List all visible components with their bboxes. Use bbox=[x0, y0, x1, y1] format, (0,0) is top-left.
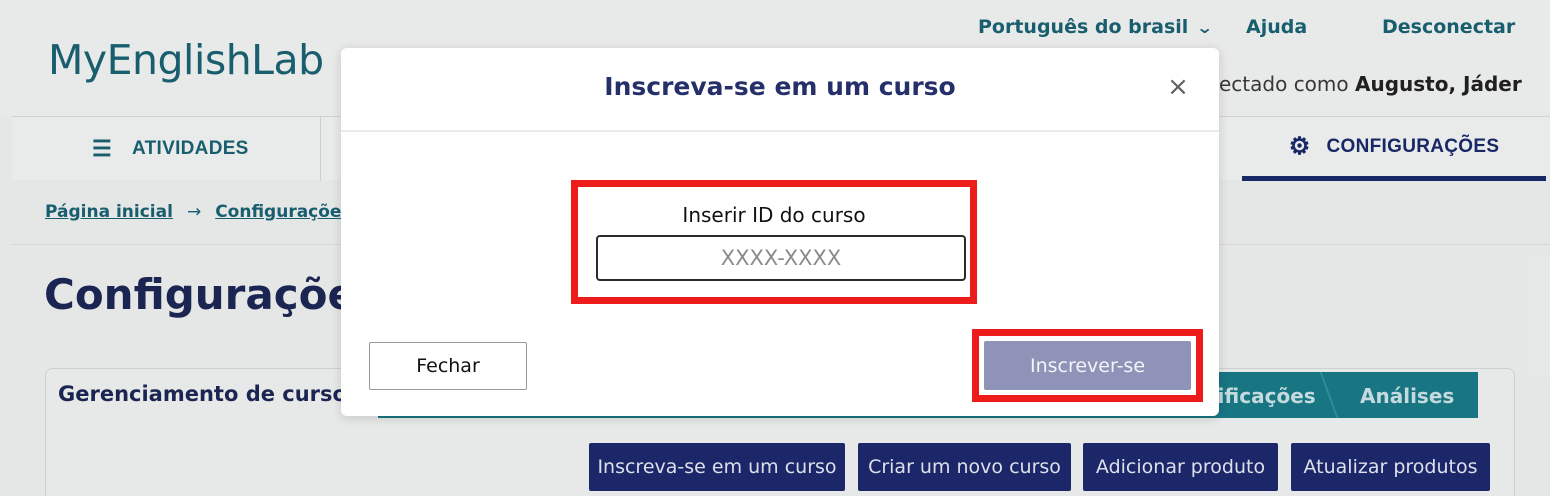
modal-title: Inscreva-se em um curso bbox=[604, 72, 956, 101]
close-button[interactable]: Fechar bbox=[369, 342, 527, 390]
course-id-label: Inserir ID do curso bbox=[682, 203, 866, 227]
enroll-submit-button[interactable]: Inscrever-se bbox=[984, 341, 1191, 390]
close-icon[interactable]: × bbox=[1167, 74, 1189, 100]
enroll-modal: Inscreva-se em um curso × Inserir ID do … bbox=[341, 48, 1219, 416]
submit-highlight: Inscrever-se bbox=[972, 329, 1203, 402]
course-id-group: Inserir ID do curso bbox=[571, 180, 977, 304]
course-id-input[interactable] bbox=[596, 235, 966, 281]
modal-header: Inscreva-se em um curso × bbox=[341, 48, 1219, 132]
